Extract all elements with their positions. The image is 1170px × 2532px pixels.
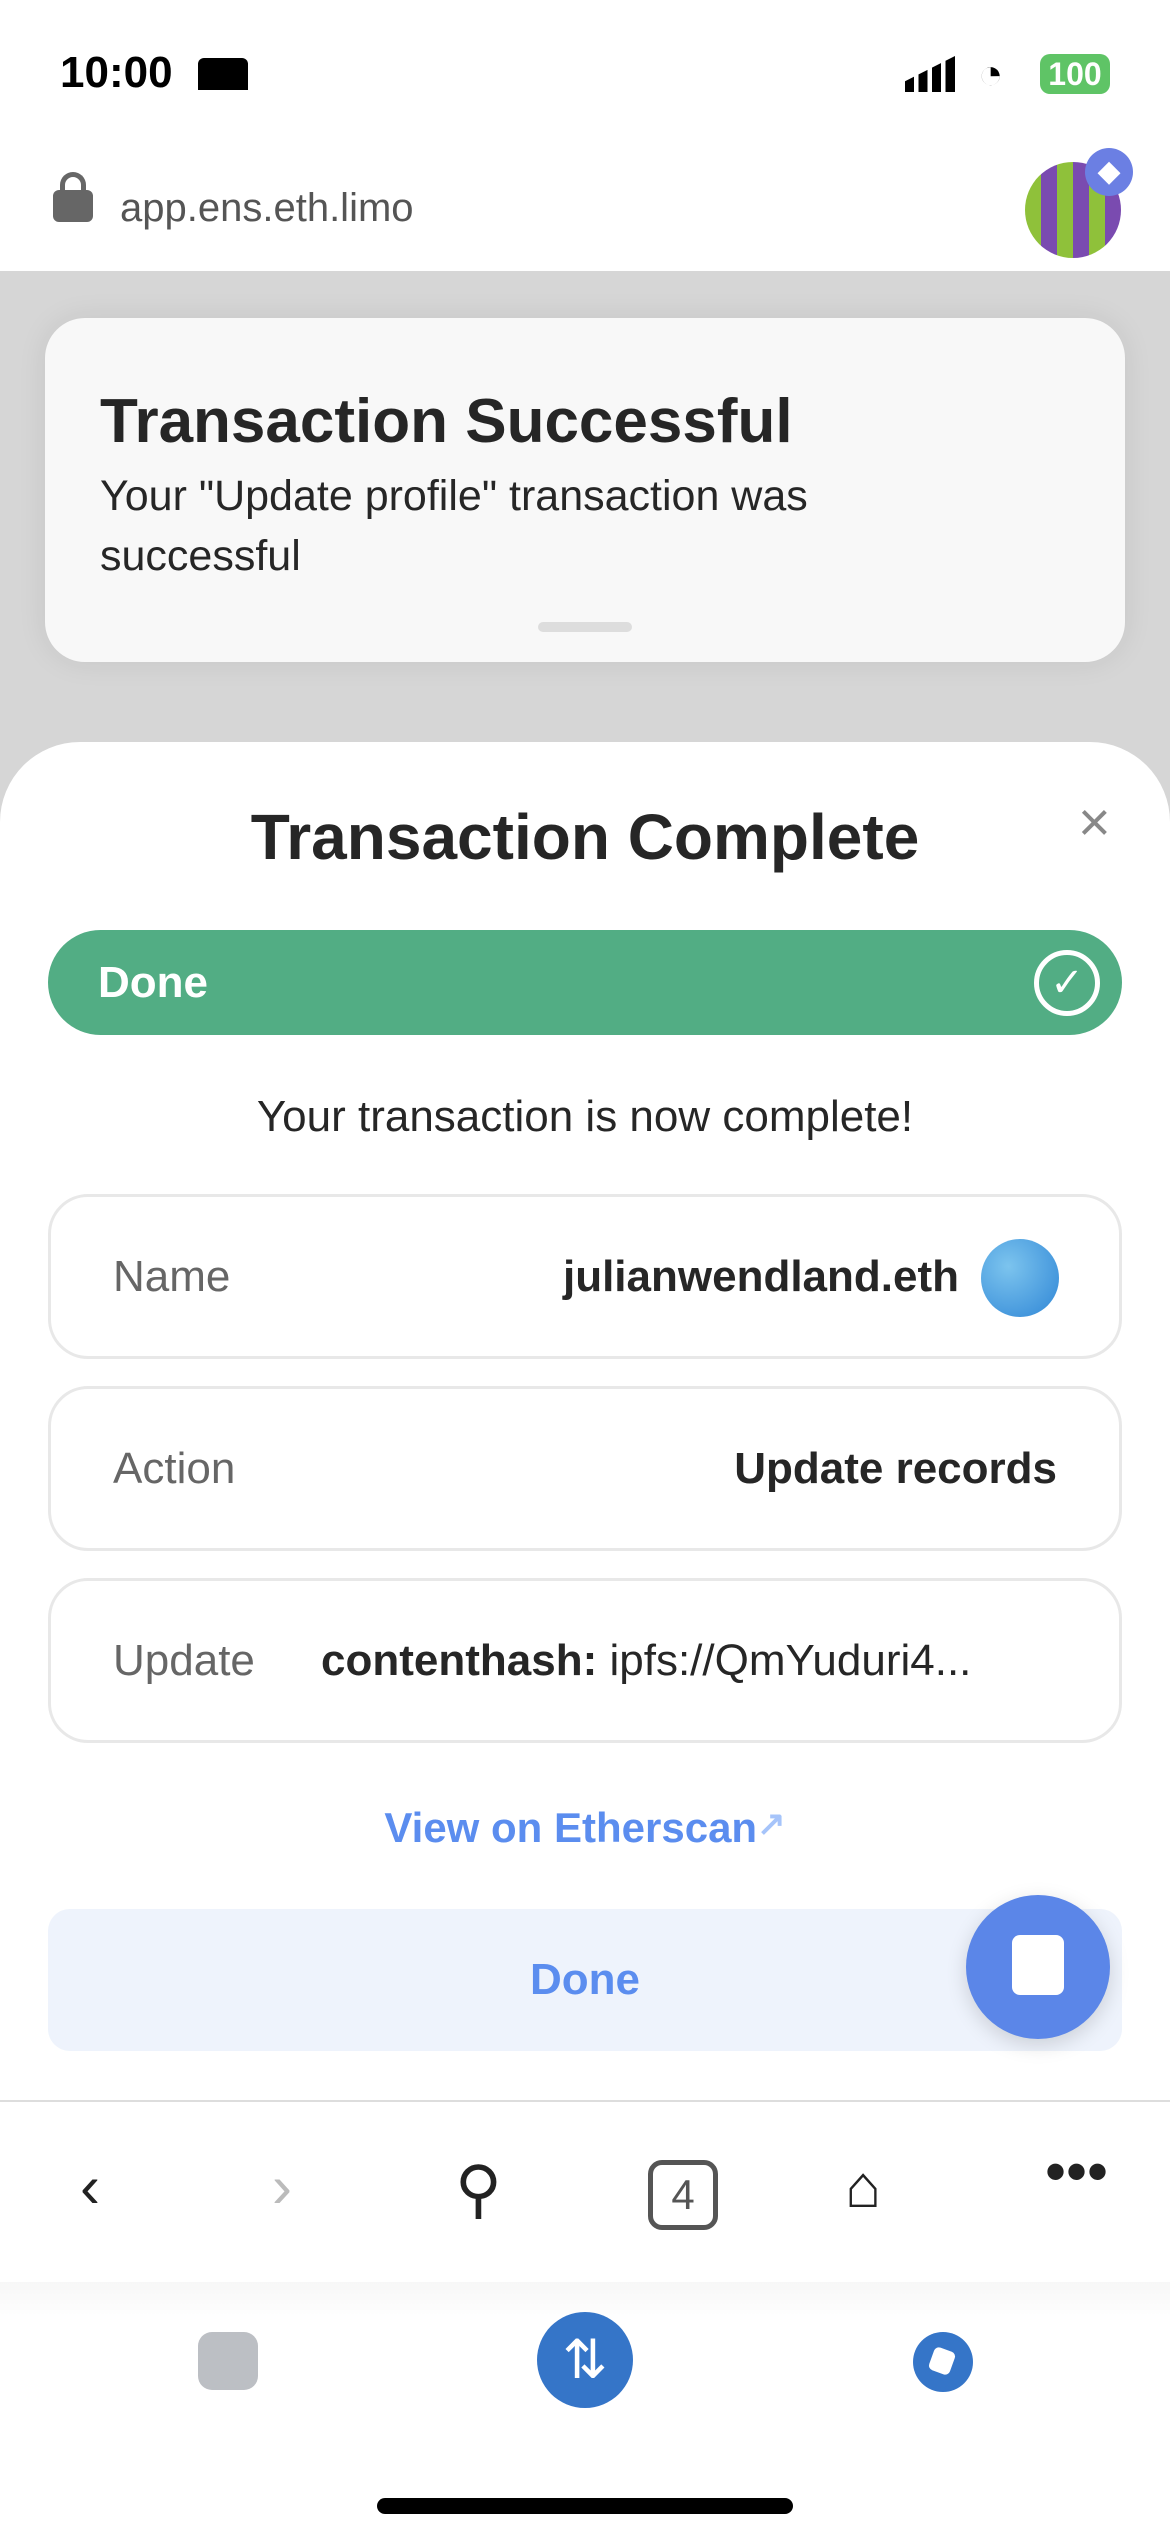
row-value: Update records — [734, 1444, 1057, 1493]
record-key: contenthash: — [321, 1636, 598, 1685]
close-icon[interactable]: × — [1078, 794, 1111, 850]
success-toast[interactable]: Transaction Successful Your "Update prof… — [45, 318, 1125, 662]
home-icon[interactable]: ⌂ — [845, 2157, 881, 2217]
more-icon[interactable]: ••• — [1045, 2142, 1108, 2202]
search-icon[interactable]: ⚲ — [455, 2157, 502, 2221]
row-value: contenthash: ipfs://QmYuduri4... — [321, 1636, 971, 1686]
home-indicator — [377, 2498, 793, 2514]
check-circle-icon: ✓ — [1034, 950, 1100, 1016]
external-link-icon: ↗ — [757, 1805, 786, 1843]
browser-url-bar[interactable]: app.ens.eth.limo ◆ — [0, 140, 1170, 271]
row-label: Update — [113, 1636, 255, 1685]
wifi-icon: ◔ — [978, 50, 1004, 97]
toast-message: Your "Update profile" transaction was su… — [100, 472, 808, 580]
name-row: Name julianwendland.eth — [48, 1194, 1122, 1359]
explore-icon[interactable] — [913, 2332, 973, 2392]
tabs-button[interactable]: 4 — [648, 2160, 718, 2230]
row-label: Action — [113, 1444, 236, 1493]
cellular-signal-icon — [905, 56, 955, 92]
battery-icon: 100 — [1040, 54, 1110, 94]
forward-icon[interactable]: › — [272, 2157, 292, 2217]
wallet-tab-bar: ⇅ — [0, 2282, 1170, 2532]
toast-title: Transaction Successful — [100, 387, 793, 456]
ethereum-icon: ◆ — [1085, 148, 1133, 196]
browser-toolbar: ‹ › ⚲ 4 ⌂ ••• — [0, 2100, 1170, 2282]
etherscan-link[interactable]: View on Etherscan↗ — [0, 1804, 1170, 1852]
back-icon[interactable]: ‹ — [80, 2157, 100, 2217]
action-row: Action Update records — [48, 1386, 1122, 1551]
url-text[interactable]: app.ens.eth.limo — [120, 186, 414, 231]
status-bar: 10:00 ◔ 100 — [0, 0, 1170, 140]
name-avatar — [981, 1239, 1059, 1317]
done-button[interactable]: Done — [48, 1909, 1122, 2051]
update-row: Update contenthash: ipfs://QmYuduri4... — [48, 1578, 1122, 1743]
progress-label: Done — [98, 958, 208, 1007]
wallet-icon[interactable] — [198, 2332, 258, 2390]
progress-status-bar: Done ✓ — [48, 930, 1122, 1035]
etherscan-link-label[interactable]: View on Etherscan — [384, 1804, 757, 1851]
complete-message: Your transaction is now complete! — [256, 1092, 914, 1141]
clock: 10:00 — [60, 48, 173, 97]
row-value: julianwendland.eth — [562, 1252, 959, 1301]
sleep-bed-icon — [198, 58, 248, 90]
chat-support-button[interactable] — [966, 1895, 1110, 2039]
record-value: ipfs://QmYuduri4... — [609, 1636, 972, 1685]
toast-drag-handle[interactable] — [538, 622, 632, 632]
transaction-sheet: Transaction Complete × Done ✓ Your trans… — [0, 742, 1170, 2102]
transactions-icon[interactable]: ⇅ — [537, 2312, 633, 2408]
row-label: Name — [113, 1252, 231, 1301]
sheet-title: Transaction Complete — [250, 801, 920, 873]
chat-bubble-icon — [1012, 1935, 1064, 1995]
